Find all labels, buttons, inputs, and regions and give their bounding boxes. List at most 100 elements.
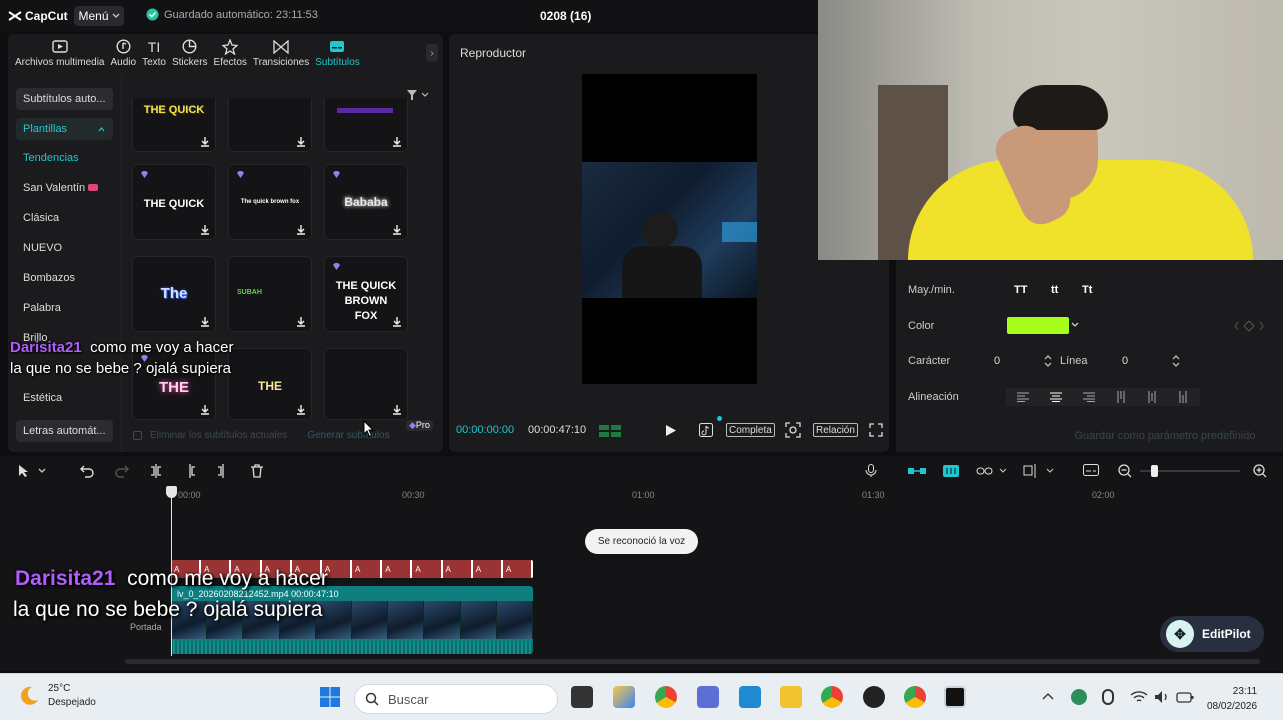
tab-text[interactable]: TI Texto: [139, 34, 169, 72]
chrome-profile-icon[interactable]: [904, 686, 926, 708]
sidebar-item-nuevo[interactable]: NUEVO: [23, 242, 62, 254]
save-default-button[interactable]: Guardar como parámetro predefinido: [1060, 426, 1270, 446]
auto-subtitles-button[interactable]: Subtítulos auto...: [16, 88, 113, 110]
generate-subtitles-button[interactable]: Generar subtítulos: [307, 430, 389, 441]
fullscreen-icon[interactable]: [869, 423, 883, 437]
template-card[interactable]: THE QUICK: [132, 98, 216, 152]
tab-media[interactable]: Archivos multimedia: [12, 34, 107, 72]
download-icon[interactable]: [392, 405, 402, 415]
capcut-taskbar-icon[interactable]: [944, 686, 966, 708]
case-lower-button[interactable]: tt: [1051, 284, 1058, 296]
wifi-icon[interactable]: [1130, 690, 1148, 704]
editpilot-button[interactable]: ✥ EditPilot: [1160, 616, 1264, 652]
template-card[interactable]: [324, 348, 408, 420]
select-tool-icon[interactable]: [17, 464, 47, 478]
template-card[interactable]: THE QUICK: [132, 164, 216, 240]
template-card[interactable]: THE: [132, 348, 216, 420]
tab-transitions[interactable]: Transiciones: [250, 34, 312, 72]
remove-current-label[interactable]: Eliminar los subtítulos actuales: [150, 430, 287, 441]
template-card[interactable]: Bababa: [324, 164, 408, 240]
preview-canvas[interactable]: [582, 74, 757, 384]
template-card[interactable]: THE QUICK BROWN FOX: [324, 256, 408, 332]
auto-lyrics-button[interactable]: Letras automát...: [16, 420, 113, 442]
split-icon[interactable]: [149, 464, 163, 478]
timeline-scrollbar[interactable]: [125, 659, 1260, 664]
full-quality-button[interactable]: Completa: [726, 423, 775, 437]
template-card[interactable]: THE: [228, 348, 312, 420]
caption-toggle-icon[interactable]: [1083, 464, 1099, 478]
caption-clip[interactable]: A: [502, 560, 533, 578]
sidebar-item-estetica[interactable]: Estética: [23, 392, 62, 404]
taskbar-search[interactable]: Buscar: [354, 684, 558, 714]
sidebar-item-palabra[interactable]: Palabra: [23, 302, 61, 314]
download-icon[interactable]: [392, 317, 402, 327]
aspect-ratio-button[interactable]: Relación: [813, 423, 858, 437]
volume-icon[interactable]: [1154, 690, 1170, 704]
delete-icon[interactable]: [250, 464, 264, 478]
checkbox[interactable]: [133, 430, 142, 440]
templates-section[interactable]: Plantillas: [16, 118, 113, 140]
chrome-icon[interactable]: [655, 686, 677, 708]
sidebar-item-clasica[interactable]: Clásica: [23, 212, 59, 224]
char-spacing-input[interactable]: 0: [986, 352, 1052, 370]
align-vertical-bottom-icon[interactable]: [1179, 391, 1189, 403]
battery-icon[interactable]: [1176, 690, 1194, 704]
download-icon[interactable]: [392, 137, 402, 147]
link-icon[interactable]: [976, 464, 1008, 478]
tab-effects[interactable]: Efectos: [211, 34, 250, 72]
download-icon[interactable]: [200, 225, 210, 235]
screenshot-icon[interactable]: [785, 422, 801, 438]
filter-icon[interactable]: [406, 89, 430, 101]
caption-clip[interactable]: A: [442, 560, 473, 578]
vscode-icon[interactable]: [739, 686, 761, 708]
task-view-icon[interactable]: [571, 686, 593, 708]
download-icon[interactable]: [392, 225, 402, 235]
app-icon[interactable]: [613, 686, 635, 708]
tab-subtitles[interactable]: Subtítulos: [312, 34, 362, 72]
template-card[interactable]: The: [132, 256, 216, 332]
tab-audio[interactable]: Audio: [107, 34, 139, 72]
split-left-icon[interactable]: [183, 464, 197, 478]
split-right-icon[interactable]: [216, 464, 230, 478]
case-upper-button[interactable]: TT: [1014, 284, 1027, 296]
stepper-icon[interactable]: [1044, 354, 1052, 368]
redo-icon[interactable]: [115, 464, 129, 478]
zoom-slider-handle[interactable]: [1151, 465, 1158, 477]
chevron-right-icon[interactable]: ›: [426, 44, 438, 62]
template-card[interactable]: [228, 98, 312, 152]
windows-start-icon[interactable]: [319, 686, 341, 708]
zoom-out-icon[interactable]: [1118, 464, 1132, 478]
caption-clip[interactable]: A: [382, 560, 413, 578]
download-icon[interactable]: [200, 317, 210, 327]
app-icon[interactable]: [697, 686, 719, 708]
sidebar-item-bombazos[interactable]: Bombazos: [23, 272, 75, 284]
download-icon[interactable]: [200, 405, 210, 415]
weather-widget[interactable]: 25°C Despejado: [18, 682, 96, 710]
download-icon[interactable]: [200, 137, 210, 147]
sidebar-item-tendencias[interactable]: Tendencias: [23, 152, 79, 164]
template-card[interactable]: The quick brown fox: [228, 164, 312, 240]
keyframe-icon[interactable]: [1234, 320, 1264, 332]
tab-stickers[interactable]: Stickers: [169, 34, 211, 72]
preview-axis-icon[interactable]: [1023, 464, 1055, 478]
microphone-icon[interactable]: [1102, 689, 1114, 705]
sidebar-item-san-valentin[interactable]: San Valentín: [23, 182, 99, 194]
security-icon[interactable]: [1071, 689, 1087, 705]
template-card[interactable]: SUBAH: [228, 256, 312, 332]
file-explorer-icon[interactable]: [780, 686, 802, 708]
cover-label[interactable]: Portada: [130, 622, 162, 632]
app-icon[interactable]: [863, 686, 885, 708]
system-clock[interactable]: 23:11 08/02/2026: [1207, 684, 1257, 714]
caption-clip[interactable]: A: [352, 560, 383, 578]
tiktok-icon[interactable]: [699, 423, 713, 437]
color-swatch[interactable]: [1007, 317, 1069, 334]
download-icon[interactable]: [296, 225, 306, 235]
magnet-icon[interactable]: [943, 464, 959, 478]
undo-icon[interactable]: [80, 464, 94, 478]
align-vertical-center-icon[interactable]: [1148, 391, 1158, 403]
align-vertical-top-icon[interactable]: [1117, 391, 1127, 403]
chevron-down-icon[interactable]: [1071, 322, 1079, 328]
download-icon[interactable]: [296, 405, 306, 415]
case-title-button[interactable]: Tt: [1082, 284, 1092, 296]
line-spacing-input[interactable]: 0: [1114, 352, 1180, 370]
